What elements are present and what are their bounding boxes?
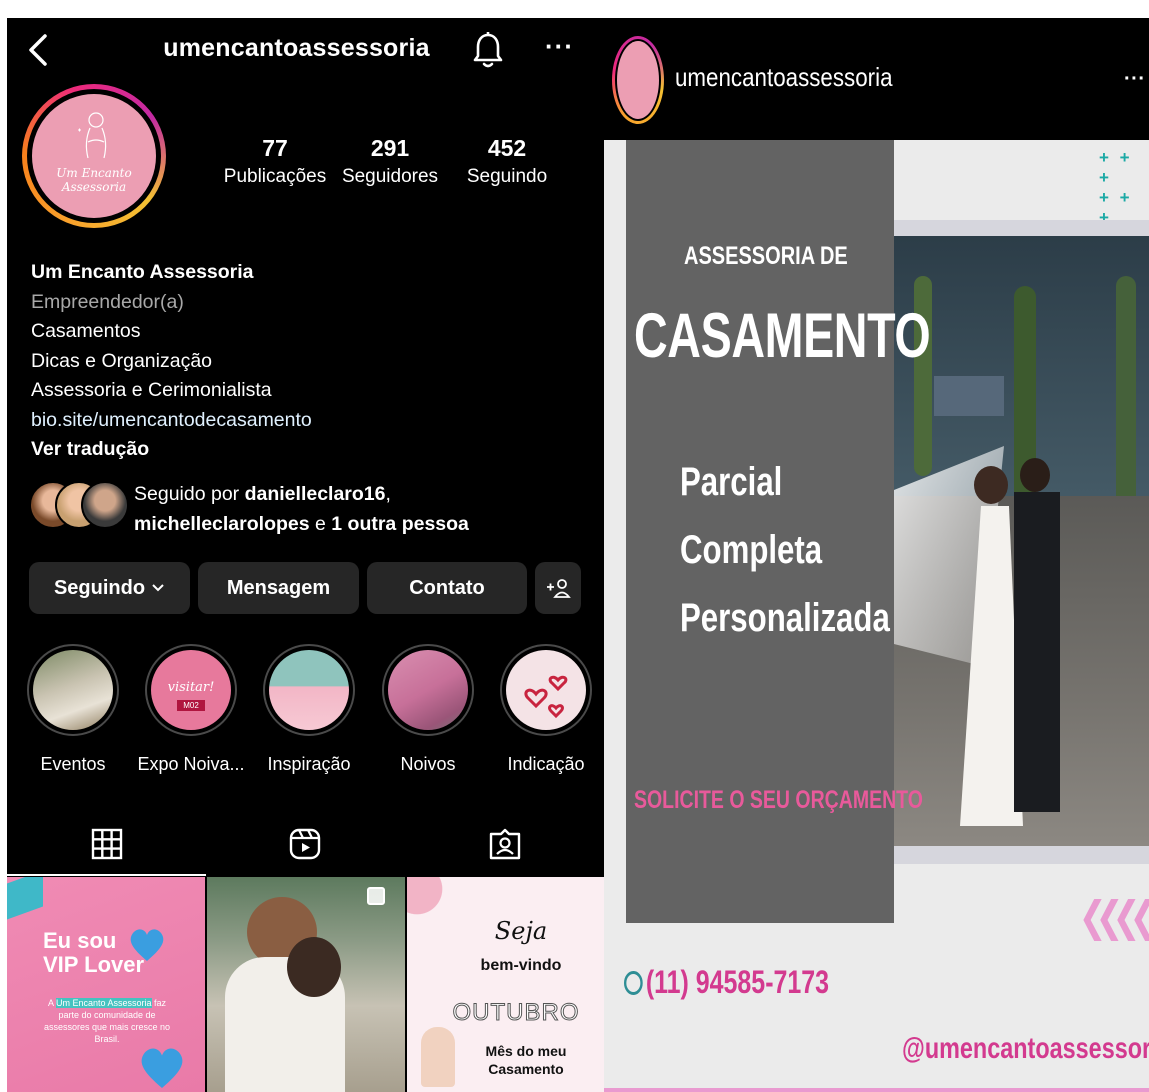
story-phone[interactable]: (11) 94585-7173	[624, 964, 829, 1001]
story-title-small: ASSESSORIA DE	[684, 242, 848, 270]
profile-name: Um Encanto Assessoria	[31, 261, 254, 283]
story-avatar[interactable]	[612, 36, 664, 124]
stat-followers[interactable]: 291 Seguidores	[337, 135, 443, 188]
hearts-icon	[524, 675, 568, 719]
service-option: Parcial	[680, 460, 783, 504]
story-content: + + + + + + ASSESSORIA DE CASAMENTO Parc…	[604, 140, 1149, 1092]
active-tab-indicator	[7, 874, 206, 876]
contact-button[interactable]: Contato	[367, 562, 527, 614]
bio-line: Casamentos	[31, 320, 141, 342]
see-translation-link[interactable]: Ver tradução	[31, 435, 312, 465]
post-thumbnail[interactable]: Seja bem-vindo OUTUBRO Mês do meu Casame…	[407, 877, 604, 1092]
bio-line: Assessoria e Cerimonialista	[31, 379, 272, 401]
decorative-pluses: + + + + + +	[1099, 148, 1133, 227]
decorative-strip	[604, 1088, 1149, 1092]
message-button[interactable]: Mensagem	[198, 562, 359, 614]
profile-username: umencantoassessoria	[163, 34, 430, 62]
avatar-logo-text: Um Encanto Assessoria	[56, 166, 132, 194]
reels-tab-icon[interactable]	[287, 826, 323, 862]
service-option: Completa	[680, 528, 823, 572]
profile-panel: umencantoassessoria ··· Um Encanto Asses…	[7, 18, 604, 1092]
bio-link[interactable]: bio.site/umencantodecasamento	[31, 406, 312, 436]
tagged-tab-icon[interactable]	[487, 826, 523, 862]
post-thumbnail[interactable]	[207, 877, 405, 1092]
couple-photo	[894, 236, 1149, 846]
profile-category: Empreendedor(a)	[31, 290, 184, 313]
story-title-big: CASAMENTO	[634, 301, 931, 371]
followers-avatars[interactable]	[29, 481, 129, 531]
photo-frame-bottom	[894, 846, 1149, 864]
service-option: Personalizada	[680, 596, 890, 640]
follower-username: danielleclaro16	[244, 483, 386, 505]
decorative-chevrons: ❮❮❮❮❮	[1078, 893, 1149, 940]
more-options-icon[interactable]: ···	[545, 33, 574, 59]
bio-line: Dicas e Organização	[31, 349, 213, 372]
story-more-icon[interactable]: ···	[1124, 68, 1145, 91]
follower-username: michelleclarolopes	[134, 513, 310, 535]
highlight-events[interactable]: Eventos	[27, 644, 119, 775]
highlight-grooms[interactable]: Noivos	[382, 644, 474, 775]
add-user-button[interactable]	[535, 562, 581, 614]
highlight-referral[interactable]: Indicação	[500, 644, 592, 775]
bride-sketch-icon	[78, 112, 107, 159]
carousel-icon	[367, 887, 385, 905]
story-handle[interactable]: @umencantoassessoria	[902, 1032, 1149, 1066]
followed-by-text[interactable]: Seguido por danielleclaro16, michellecla…	[134, 479, 469, 539]
highlight-inspiration[interactable]: Inspiração	[263, 644, 355, 775]
profile-avatar[interactable]: Um Encanto Assessoria	[22, 84, 166, 228]
story-username[interactable]: umencantoassessoria	[675, 62, 893, 93]
other-followers: 1 outra pessoa	[331, 513, 469, 535]
highlight-expo-noivas[interactable]: visitar! M02 Expo Noiva...	[137, 644, 245, 775]
profile-bio: Um Encanto Assessoria Empreendedor(a) Ca…	[31, 258, 312, 465]
post-thumbnail[interactable]: Eu sou VIP Lover A Um Encanto Assessoria…	[7, 877, 205, 1092]
chevron-down-icon	[152, 584, 164, 592]
following-button[interactable]: Seguindo	[29, 562, 190, 614]
stat-posts[interactable]: 77 Publicações	[222, 135, 328, 188]
grid-tab-icon[interactable]	[89, 826, 125, 862]
phone-icon	[624, 971, 643, 995]
heart-icon	[141, 1048, 183, 1088]
heart-icon	[130, 929, 164, 961]
story-cta: SOLICITE O SEU ORÇAMENTO	[634, 786, 923, 814]
notification-bell-icon[interactable]	[471, 30, 505, 70]
stat-following[interactable]: 452 Seguindo	[457, 135, 557, 188]
story-panel: umencantoassessoria ··· + + + + + + ASSE…	[604, 18, 1149, 1092]
add-user-icon	[547, 579, 571, 598]
